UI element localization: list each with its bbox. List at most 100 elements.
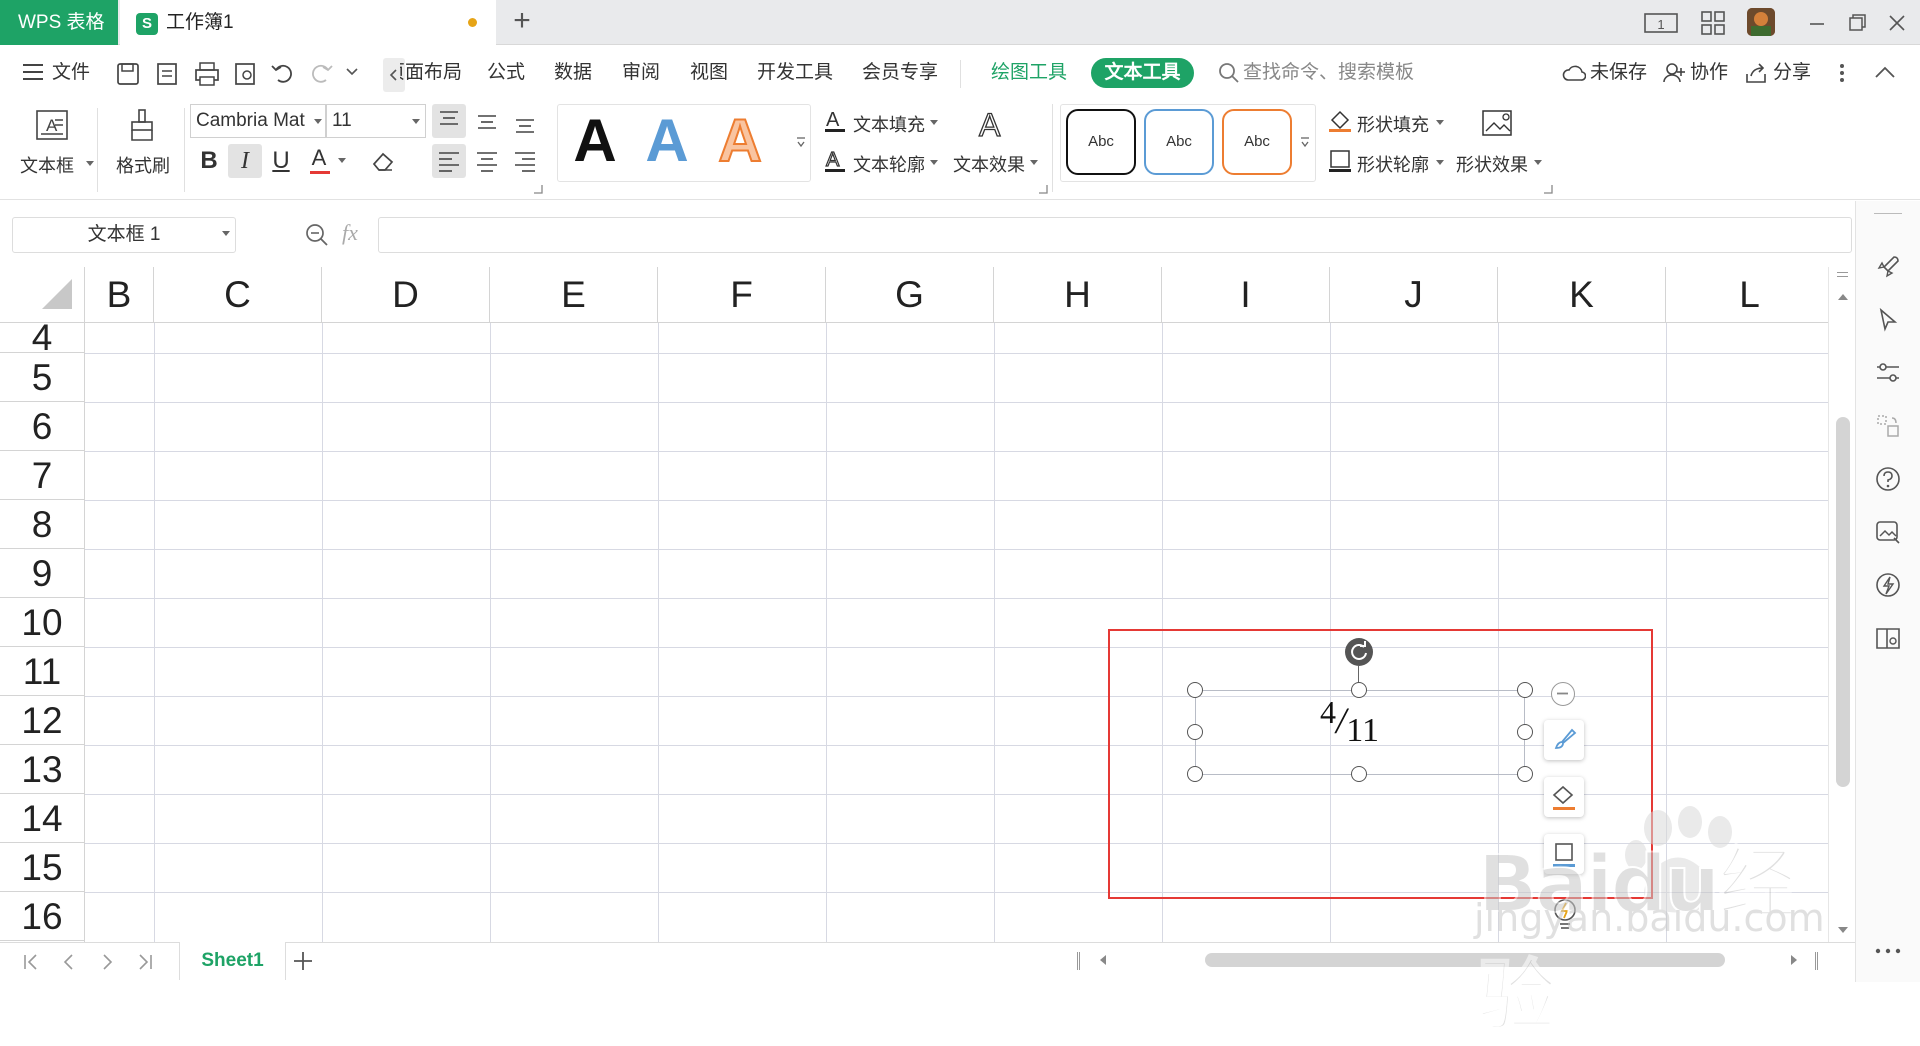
shape-outline-button[interactable]: 形状轮廓	[1357, 151, 1429, 177]
row-header-13[interactable]: 13	[0, 745, 84, 794]
shape-effect-dropdown-icon[interactable]	[1534, 160, 1542, 165]
menu-view[interactable]: 视图	[690, 46, 728, 100]
align-center-icon[interactable]	[470, 144, 504, 178]
row-header-5[interactable]: 5	[0, 353, 84, 402]
row-header-10[interactable]: 10	[0, 598, 84, 647]
text-effect-button[interactable]: 文本效果	[953, 151, 1025, 177]
row-header-4[interactable]: 4	[0, 319, 84, 356]
menu-drawing-tools[interactable]: 绘图工具	[991, 46, 1067, 100]
next-sheet-icon[interactable]	[98, 952, 116, 972]
bold-button[interactable]: B	[192, 144, 226, 178]
eraser-icon[interactable]	[370, 150, 396, 172]
shape-style-blue[interactable]: Abc	[1144, 109, 1214, 175]
share-button[interactable]: 分享	[1773, 46, 1811, 100]
read-mode-icon[interactable]	[1872, 622, 1904, 654]
textbox-button[interactable]: A 文本框	[14, 108, 94, 192]
document-tab[interactable]: S 工作簿1	[120, 0, 496, 46]
first-sheet-icon[interactable]	[22, 952, 40, 972]
row-header-8[interactable]: 8	[0, 500, 84, 549]
name-box-dropdown-icon[interactable]	[222, 231, 230, 236]
quick-access-more-icon[interactable]	[345, 66, 359, 78]
align-right-icon[interactable]	[508, 144, 542, 178]
transform-icon[interactable]	[1872, 410, 1904, 442]
text-outline-dropdown-icon[interactable]	[930, 160, 938, 165]
fx-icon[interactable]: fx	[342, 220, 358, 246]
wordart-style-blue[interactable]: A	[642, 106, 692, 176]
row-header-9[interactable]: 9	[0, 549, 84, 598]
column-header-k[interactable]: K	[1498, 267, 1666, 323]
row-header-6[interactable]: 6	[0, 402, 84, 451]
close-icon[interactable]	[1880, 10, 1914, 36]
text-outline-button[interactable]: 文本轮廓	[853, 151, 925, 177]
wordart-style-black[interactable]: A	[570, 106, 620, 176]
font-name-dropdown-icon[interactable]	[314, 119, 322, 124]
scroll-right-icon[interactable]	[1791, 955, 1797, 965]
hamburger-icon[interactable]	[22, 62, 44, 82]
scroll-left-icon[interactable]	[1100, 955, 1106, 965]
format-painter-button[interactable]: 格式刷	[112, 108, 174, 192]
align-bottom-icon[interactable]	[508, 104, 542, 138]
font-name-select[interactable]: Cambria Mat	[190, 104, 326, 138]
shape-style-more-icon[interactable]	[1300, 136, 1310, 150]
column-header-f[interactable]: F	[658, 267, 826, 323]
scroll-up-icon[interactable]	[1838, 294, 1848, 300]
layout-view-icon[interactable]: 1	[1644, 10, 1678, 36]
select-cursor-icon[interactable]	[1872, 304, 1904, 336]
font-color-button[interactable]: A	[302, 141, 336, 175]
row-header-14[interactable]: 14	[0, 794, 84, 843]
text-style-dialog-launcher-icon[interactable]	[1038, 184, 1048, 194]
select-all-corner[interactable]	[0, 267, 85, 323]
restore-icon[interactable]	[1840, 10, 1874, 36]
column-header-e[interactable]: E	[490, 267, 658, 323]
menu-review[interactable]: 审阅	[622, 46, 660, 100]
row-header-7[interactable]: 7	[0, 451, 84, 500]
column-header-h[interactable]: H	[994, 267, 1162, 323]
shape-outline-dropdown-icon[interactable]	[1436, 160, 1444, 165]
column-header-l[interactable]: L	[1666, 267, 1828, 323]
row-header-11[interactable]: 11	[0, 647, 84, 696]
wordart-style-orange[interactable]: A	[715, 106, 765, 176]
text-fill-dropdown-icon[interactable]	[930, 120, 938, 125]
sheet-tab-sheet1[interactable]: Sheet1	[179, 942, 286, 980]
grid-apps-icon[interactable]	[1696, 10, 1730, 36]
avatar[interactable]	[1747, 8, 1775, 36]
sidebar-more-icon[interactable]	[1872, 946, 1904, 956]
zoom-function-icon[interactable]	[304, 222, 330, 248]
adjust-sliders-icon[interactable]	[1872, 357, 1904, 389]
vertical-scroll-thumb[interactable]	[1836, 417, 1850, 787]
menu-member[interactable]: 会员专享	[862, 46, 938, 100]
collapse-ribbon-icon[interactable]	[1874, 64, 1896, 80]
shape-style-dialog-launcher-icon[interactable]	[1543, 184, 1553, 194]
vertical-scrollbar[interactable]	[1828, 267, 1855, 942]
menu-page-layout[interactable]: 页面布局	[400, 46, 462, 100]
shape-fill-button[interactable]: 形状填充	[1357, 111, 1429, 137]
hscroll-right-split-handle[interactable]	[1815, 952, 1818, 970]
column-header-g[interactable]: G	[826, 267, 994, 323]
shape-effect-button[interactable]: 形状效果	[1456, 151, 1528, 177]
horizontal-scroll-thumb[interactable]	[1205, 953, 1725, 967]
minimize-icon[interactable]	[1800, 10, 1834, 36]
underline-button[interactable]: U	[264, 144, 298, 178]
new-tab-button[interactable]: +	[506, 6, 538, 38]
scroll-down-icon[interactable]	[1838, 927, 1848, 933]
align-left-icon[interactable]	[432, 144, 466, 178]
align-middle-icon[interactable]	[470, 104, 504, 138]
collaborate-button[interactable]: 协作	[1690, 46, 1728, 100]
wordart-more-icon[interactable]	[796, 136, 806, 150]
formula-input[interactable]	[378, 217, 1852, 253]
menu-data[interactable]: 数据	[554, 46, 592, 100]
shape-fill-dropdown-icon[interactable]	[1436, 120, 1444, 125]
text-fill-button[interactable]: 文本填充	[853, 111, 925, 137]
row-header-15[interactable]: 15	[0, 843, 84, 892]
column-header-i[interactable]: I	[1162, 267, 1330, 323]
row-header-12[interactable]: 12	[0, 696, 84, 745]
column-header-b[interactable]: B	[85, 267, 154, 323]
menu-text-tools[interactable]: 文本工具	[1091, 58, 1194, 88]
more-vertical-icon[interactable]	[1838, 62, 1846, 84]
app-tab[interactable]: WPS 表格	[0, 0, 118, 45]
shape-style-orange[interactable]: Abc	[1222, 109, 1292, 175]
font-size-select[interactable]: 11	[326, 104, 426, 138]
image-tool-icon[interactable]	[1872, 516, 1904, 548]
unsaved-status[interactable]: 未保存	[1590, 46, 1647, 100]
text-effect-dropdown-icon[interactable]	[1030, 160, 1038, 165]
